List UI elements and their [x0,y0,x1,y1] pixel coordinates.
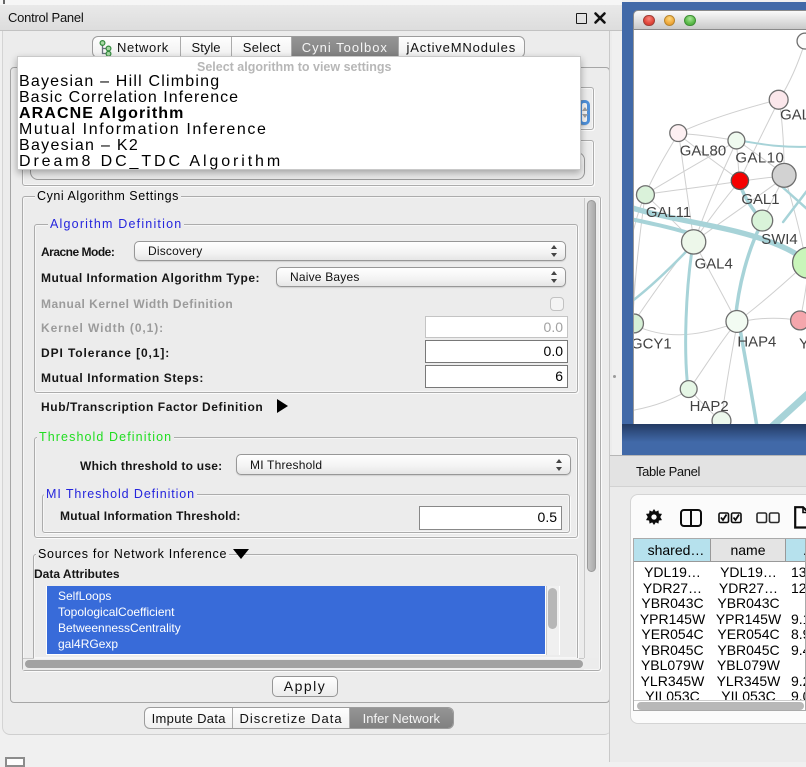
svg-text:GAL10: GAL10 [735,150,784,166]
svg-text:HAP2: HAP2 [690,399,729,415]
svg-text:GAL2: GAL2 [780,108,806,124]
svg-text:GAL80: GAL80 [680,143,726,159]
svg-text:HAP4: HAP4 [737,334,776,350]
svg-text:GCY1: GCY1 [633,336,672,352]
svg-text:Y: Y [799,336,806,352]
svg-text:GAL11: GAL11 [646,205,691,221]
svg-text:GAL4: GAL4 [695,257,733,273]
svg-text:GAL1: GAL1 [741,192,779,208]
svg-text:SWI4: SWI4 [761,232,797,248]
